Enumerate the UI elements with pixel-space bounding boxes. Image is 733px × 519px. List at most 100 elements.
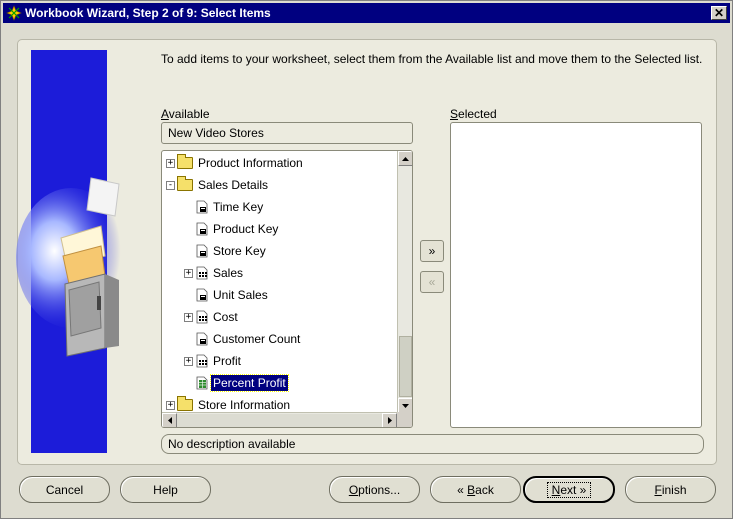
scroll-down-button[interactable] [398,398,412,413]
wizard-illustration [16,50,126,453]
options-button-label: Options... [344,482,405,498]
expand-icon[interactable]: + [184,268,193,278]
help-button-label: Help [153,482,178,497]
item-icon [196,222,208,236]
title-bar: Workbook Wizard, Step 2 of 9: Select Ite… [3,3,730,23]
next-rest: ext [560,482,577,497]
scroll-left-button[interactable] [162,413,177,427]
item-icon [196,200,208,214]
business-area-value: New Video Stores [168,126,264,140]
tree-item[interactable]: Percent Profit [184,373,289,393]
tree-item-label: Store Key [213,244,266,258]
instruction-text: To add items to your worksheet, select t… [161,52,703,66]
options-rest: ptions... [358,482,401,497]
expand-icon[interactable]: + [184,356,193,366]
selected-items-list[interactable] [450,122,702,428]
item-description-field: No description available [161,434,704,454]
finish-rest: inish [661,482,687,497]
tree-item[interactable]: Product Key [184,219,280,239]
available-label: Available [161,107,210,121]
finish-button-label: Finish [649,482,691,498]
cancel-button-label: Cancel [45,482,84,497]
options-button[interactable]: Options... [329,476,420,503]
horizontal-scroll-thumb[interactable] [177,414,382,427]
tree-item-label: Cost [213,310,238,324]
finish-mnemonic: F [654,482,662,497]
folder-icon [177,154,193,169]
measure-icon [196,310,208,324]
tree-item[interactable]: Time Key [184,197,265,217]
add-item-button[interactable]: » [420,240,444,262]
next-arrow-icon: » [579,482,587,497]
available-label-rest: vailable [168,107,210,121]
item-icon [196,332,208,346]
tree-item[interactable]: Unit Sales [184,285,270,305]
next-button[interactable]: Next » [523,476,615,503]
back-rest: ack [475,482,494,497]
tree-item-label: Customer Count [213,332,301,346]
selected-label-mnemonic: S [450,107,459,121]
measure-icon [196,354,208,368]
tree-item-label: Time Key [213,200,264,214]
window-title: Workbook Wizard, Step 2 of 9: Select Ite… [25,6,271,20]
scroll-left-arrow-icon [167,417,172,424]
selected-label: Selected [450,107,497,121]
tree-item-label: Unit Sales [213,288,268,302]
scroll-up-button[interactable] [398,151,412,166]
scroll-up-arrow-icon [402,156,409,161]
expand-icon[interactable]: + [166,158,175,168]
tree-item-label: Product Key [213,222,279,236]
tree-item[interactable]: + Cost [184,307,240,327]
move-right-icon: » [428,244,436,258]
scroll-right-arrow-icon [387,417,392,424]
tree-horizontal-scrollbar[interactable] [162,412,397,427]
tree-item-label: Store Information [198,398,291,412]
tree-item[interactable]: Store Key [184,241,268,261]
item-icon [196,244,208,258]
collapse-icon[interactable]: - [166,180,175,190]
item-icon [196,288,208,302]
available-items-tree[interactable]: + Product Information - Sales Details Time K… [161,150,413,428]
next-button-label: Next » [546,481,592,498]
wizard-app-icon [6,5,22,21]
tree-item[interactable]: + Product Information [166,153,305,173]
expand-icon[interactable]: + [166,400,175,410]
folder-icon [177,176,193,191]
tree-vertical-scrollbar[interactable] [397,151,412,413]
scroll-corner [397,412,412,427]
vertical-scroll-thumb[interactable] [399,336,412,397]
available-label-mnemonic: A [161,107,169,121]
next-mnemonic: N [551,482,561,497]
move-left-icon: « [428,275,436,289]
expand-icon[interactable]: + [184,312,193,322]
filing-cabinet-icon [16,177,126,357]
tree-item[interactable]: + Profit [184,351,243,371]
back-button-label: « Back [452,482,499,498]
cancel-button[interactable]: Cancel [19,476,110,503]
selected-label-rest: elected [458,107,497,121]
tree-item-label: Percent Profit [210,374,289,392]
scroll-right-button[interactable] [382,413,397,427]
measure-icon [196,266,208,280]
help-button[interactable]: Help [120,476,211,503]
back-mnemonic: B [467,482,476,497]
tree-item-label: Product Information [198,156,303,170]
calculation-icon [196,376,208,390]
item-description-text: No description available [168,437,296,451]
wizard-window: Workbook Wizard, Step 2 of 9: Select Ite… [0,0,733,519]
back-arrow-icon: « [457,482,464,497]
folder-icon [177,396,193,411]
close-button[interactable]: ✕ [711,6,727,20]
business-area-select[interactable]: New Video Stores [161,122,413,144]
tree-item[interactable]: - Sales Details [166,175,270,195]
options-mnemonic: O [348,482,359,497]
tree-item-label: Sales [213,266,244,280]
tree-item[interactable]: Customer Count [184,329,302,349]
tree-item[interactable]: + Sales [184,263,245,283]
remove-item-button[interactable]: « [420,271,444,293]
back-button[interactable]: « Back [430,476,521,503]
finish-button[interactable]: Finish [625,476,716,503]
tree-item-label: Profit [213,354,242,368]
scroll-down-arrow-icon [402,403,409,408]
tree-item-label: Sales Details [198,178,269,192]
